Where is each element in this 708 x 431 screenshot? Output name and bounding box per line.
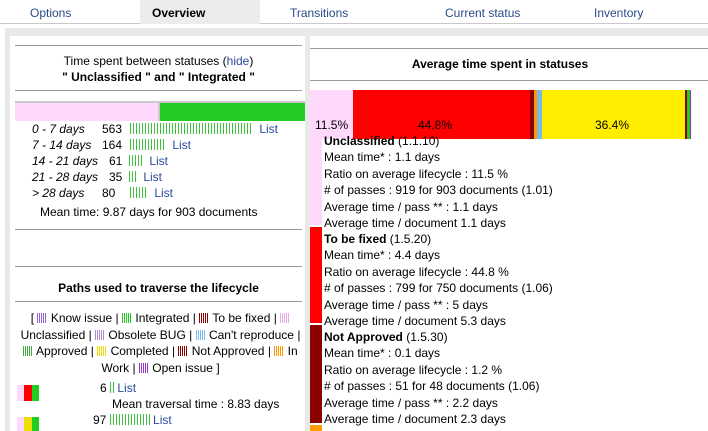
status-stripe	[310, 425, 322, 431]
mean-traversal: Mean traversal time : 8.83 days	[112, 397, 280, 411]
status-block-not-approved: Not Approved (1.5.30) Mean time* : 0.1 d…	[310, 325, 703, 426]
status-stripe	[310, 129, 322, 225]
bar-segment-unclassified	[15, 103, 158, 121]
status-name: To be fixed	[324, 232, 387, 246]
count: 35	[109, 170, 123, 184]
path-row: 97 List	[93, 413, 172, 427]
stat-line: # of passes : 799 for 750 documents (1.0…	[324, 281, 553, 296]
swatch-icon	[122, 313, 133, 323]
count: 164	[102, 138, 123, 152]
divider	[310, 80, 708, 81]
divider	[15, 90, 302, 91]
status-stripe	[310, 227, 322, 323]
hide-link[interactable]: hide	[227, 54, 250, 68]
title-text: Time spent between statuses (	[63, 54, 227, 68]
status-block-to-be-fixed: To be fixed (1.5.20) Mean time* : 4.4 da…	[310, 227, 703, 328]
stat-line: Average time / pass ** : 2.2 days	[324, 395, 498, 410]
histogram-bar	[129, 155, 143, 166]
range-label: 0 - 7 days	[32, 122, 85, 136]
stat-line: # of passes : 51 for 48 documents (1.06)	[324, 379, 540, 394]
swatch-icon	[138, 362, 149, 373]
histogram-bar	[130, 139, 166, 150]
list-link[interactable]: List	[154, 186, 173, 200]
list-link[interactable]: List	[143, 170, 162, 184]
range-label: 7 - 14 days	[32, 138, 92, 152]
swatch-icon	[274, 346, 285, 356]
paths-title: Paths used to traverse the lifecycle	[58, 281, 259, 295]
list-link[interactable]: List	[259, 122, 278, 136]
list-link[interactable]: List	[149, 154, 168, 168]
divider	[15, 266, 302, 267]
time-between-title: Time spent between statuses (hide)	[15, 54, 302, 68]
stat-line: Mean time* : 0.1 days	[324, 346, 441, 361]
count: 6	[100, 381, 107, 395]
histogram-bar	[109, 414, 150, 425]
bar-segment-integrated	[160, 103, 305, 121]
divider	[15, 301, 302, 302]
tab-inventory[interactable]: Inventory	[560, 0, 708, 24]
path-swatch	[17, 417, 39, 431]
path-row: 6 List	[100, 381, 136, 395]
list-link[interactable]: List	[172, 138, 191, 152]
tab-transitions[interactable]: Transitions	[260, 0, 410, 24]
swatch-icon	[23, 346, 34, 356]
status-name: Unclassified	[324, 134, 395, 148]
count: 80	[102, 186, 116, 200]
left-status-bar	[15, 101, 305, 121]
swatch-icon	[199, 313, 210, 323]
title-text: )	[249, 54, 254, 68]
range-label: > 28 days	[32, 186, 85, 200]
path-swatch	[17, 385, 39, 401]
overview-panel: Time spent between statuses (hide) " Unc…	[5, 28, 708, 431]
list-link[interactable]: List	[153, 413, 172, 427]
swatch-icon	[178, 346, 189, 356]
status-pair-label: " Unclassified " and " Integrated "	[62, 70, 255, 84]
histogram-row: > 28 days 80 List	[32, 186, 173, 200]
tab-current-status[interactable]: Current status	[410, 0, 560, 24]
histogram-row: 0 - 7 days 563 List	[32, 122, 278, 136]
swatch-icon	[280, 313, 291, 323]
swatch-icon	[95, 329, 106, 340]
avg-time-title: Average time spent in statuses	[411, 57, 589, 71]
histogram-bar	[110, 382, 115, 393]
status-stripe	[310, 325, 322, 423]
histogram-row: 14 - 21 days 61 List	[32, 154, 168, 168]
status-code: (1.1.10)	[398, 134, 440, 148]
histogram-bar	[130, 123, 253, 134]
histogram-row: 7 - 14 days 164 List	[32, 138, 191, 152]
status-block-unclassified: Unclassified (1.1.10) Mean time* : 1.1 d…	[310, 129, 703, 230]
swatch-icon	[97, 346, 108, 356]
status-code: (1.5.30)	[406, 330, 448, 344]
tab-bar: Options Overview Transitions Current sta…	[0, 0, 708, 26]
stat-line: Average time / document 2.3 days	[324, 412, 506, 427]
range-label: 21 - 28 days	[32, 170, 99, 184]
count: 97	[93, 413, 107, 427]
histogram-row: 21 - 28 days 35 List	[32, 170, 162, 184]
stat-line: Average time / pass ** : 5 days	[324, 297, 488, 312]
status-name: Not Approved	[324, 330, 403, 344]
tab-overview[interactable]: Overview	[140, 0, 260, 24]
list-link[interactable]: List	[117, 381, 136, 395]
range-label: 14 - 21 days	[32, 154, 99, 168]
stat-line: Average time / pass ** : 1.1 days	[324, 199, 498, 214]
lifecycle-legend: [ Know issue | Integrated | To be fixed …	[20, 311, 301, 375]
stat-line: Ratio on average lifecycle : 1.2 %	[324, 362, 503, 377]
histogram-bar	[130, 187, 148, 198]
count: 563	[102, 122, 123, 136]
stat-line: Ratio on average lifecycle : 11.5 %	[324, 166, 508, 181]
swatch-icon	[195, 329, 206, 340]
swatch-icon	[37, 313, 48, 323]
divider	[310, 48, 708, 49]
divider	[15, 45, 302, 46]
stat-line: Ratio on average lifecycle : 44.8 %	[324, 264, 509, 279]
count: 61	[109, 154, 123, 168]
mean-time: Mean time: 9.87 days for 903 documents	[40, 205, 258, 219]
stat-line: Mean time* : 4.4 days	[324, 248, 441, 263]
stat-line: # of passes : 919 for 903 documents (1.0…	[324, 183, 553, 198]
stat-line: Mean time* : 1.1 days	[324, 150, 441, 165]
status-code: (1.5.20)	[389, 232, 432, 246]
histogram-bar	[129, 171, 137, 182]
tab-options[interactable]: Options	[0, 0, 140, 24]
divider	[15, 229, 302, 230]
